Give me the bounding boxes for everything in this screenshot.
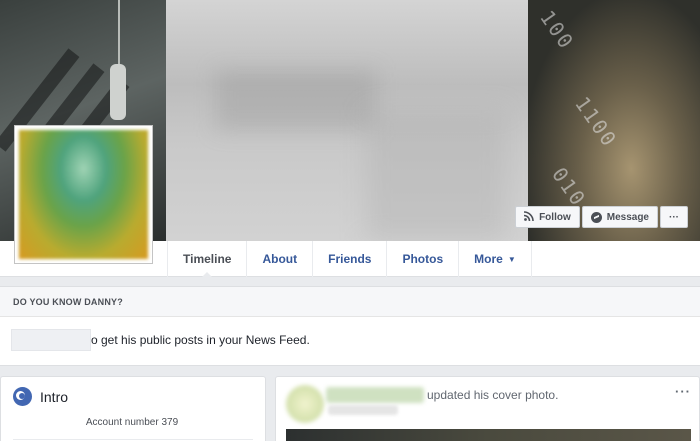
ellipsis-icon: ··· bbox=[669, 211, 679, 223]
timeline-post: updated his cover photo. ··· bbox=[275, 376, 700, 441]
post-timestamp-redacted bbox=[328, 405, 398, 415]
profile-page: 100 1100 010 Follow Message ··· Timeline bbox=[0, 0, 700, 441]
rss-icon bbox=[523, 210, 534, 224]
post-action-text: updated his cover photo. bbox=[427, 388, 559, 402]
message-button[interactable]: Message bbox=[581, 206, 658, 228]
post-author-name-redacted[interactable] bbox=[326, 387, 424, 403]
intro-card: Intro Account number 379 bbox=[0, 376, 266, 441]
cover-digits: 010 bbox=[547, 162, 591, 212]
tab-label: Photos bbox=[402, 252, 444, 266]
account-number-text: Account number 379 bbox=[85, 417, 179, 428]
do-you-know-box: DO YOU KNOW DANNY? o get his public post… bbox=[0, 286, 700, 366]
caret-down-icon: ▼ bbox=[507, 254, 516, 264]
cover-digits: 1100 bbox=[570, 92, 623, 152]
intro-title: Intro bbox=[40, 388, 69, 405]
profile-tabs: Timeline About Friends Photos More ▼ bbox=[167, 241, 532, 278]
post-author-avatar[interactable] bbox=[286, 385, 324, 423]
tab-more[interactable]: More ▼ bbox=[459, 241, 532, 277]
tab-friends[interactable]: Friends bbox=[313, 241, 388, 277]
follow-label: Follow bbox=[539, 211, 571, 223]
tab-label: More bbox=[474, 252, 503, 266]
redacted-button[interactable] bbox=[11, 329, 91, 351]
profile-picture[interactable] bbox=[14, 125, 153, 264]
tab-timeline[interactable]: Timeline bbox=[167, 241, 248, 278]
do-you-know-body: o get his public posts in your News Feed… bbox=[0, 317, 700, 363]
tab-photos[interactable]: Photos bbox=[387, 241, 460, 277]
messenger-icon bbox=[590, 211, 602, 223]
do-you-know-text: o get his public posts in your News Feed… bbox=[91, 333, 310, 347]
divider bbox=[13, 439, 253, 440]
globe-icon bbox=[13, 387, 32, 406]
more-options-button[interactable]: ··· bbox=[660, 206, 688, 228]
message-label: Message bbox=[606, 211, 649, 223]
intro-header: Intro bbox=[13, 387, 68, 406]
cover-blurred-region bbox=[166, 0, 529, 241]
tab-label: Friends bbox=[328, 252, 372, 266]
cover-actions: Follow Message ··· bbox=[515, 206, 688, 228]
tab-label: About bbox=[262, 252, 298, 266]
tab-label: Timeline bbox=[183, 252, 232, 266]
follow-button[interactable]: Follow bbox=[515, 206, 580, 228]
account-number: Account number 379 bbox=[1, 417, 267, 428]
post-image[interactable] bbox=[286, 429, 691, 441]
avatar bbox=[19, 130, 148, 259]
do-you-know-title: DO YOU KNOW DANNY? bbox=[0, 287, 700, 317]
cover-digits: 100 bbox=[535, 5, 579, 55]
post-menu-icon[interactable]: ··· bbox=[675, 384, 691, 399]
cover-right-area: 100 1100 010 bbox=[528, 0, 700, 241]
tab-about[interactable]: About bbox=[247, 241, 314, 277]
